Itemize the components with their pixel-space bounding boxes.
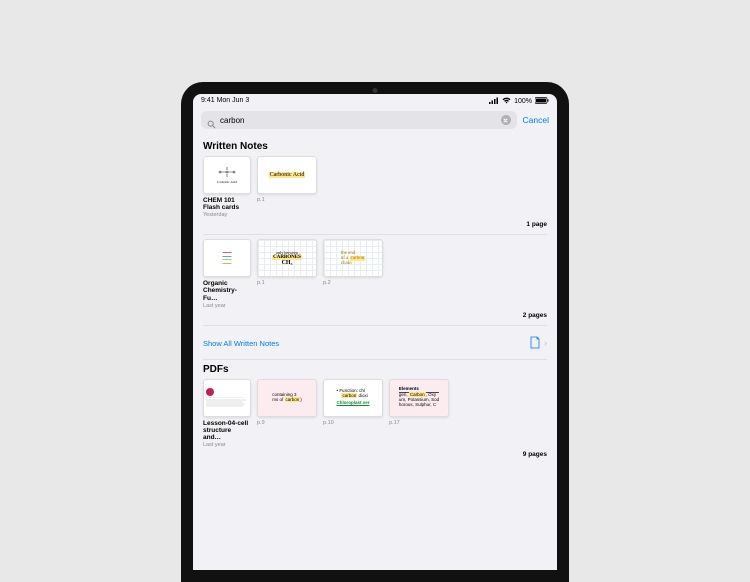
note-title: Organic Chemistry- Fu…	[203, 280, 251, 301]
search-icon	[207, 116, 216, 125]
note-title: Lesson-04-cell structure and…	[203, 420, 251, 441]
page-label: p.9	[257, 420, 317, 426]
cancel-button[interactable]: Cancel	[523, 115, 549, 125]
pages-count: 9 pages	[203, 448, 547, 464]
result-group: Lesson-04-cell structure and… Last year …	[203, 379, 547, 464]
signal-icon	[489, 97, 499, 106]
chevron-right-icon: ›	[544, 338, 547, 348]
pages-count: 1 page	[203, 218, 547, 235]
search-field[interactable]: carbon	[201, 111, 517, 129]
search-results: Written Notes Carbonic Acid CHEM 101 Fla…	[193, 133, 557, 570]
show-all-written-notes[interactable]: Show All Written Notes … ›	[203, 330, 547, 360]
page-preview[interactable]: only between CARBONES CH₃ p.1	[257, 239, 317, 286]
page-preview[interactable]: Carbonic Acid p.1	[257, 156, 317, 203]
note-meta: Last year	[203, 442, 251, 448]
page-preview[interactable]: Elements gen, Carbon, Oxy um, Potassium,…	[389, 379, 449, 426]
battery-pct: 100%	[514, 98, 532, 105]
front-camera	[373, 88, 378, 93]
pages-count: 2 pages	[203, 309, 547, 326]
note-cover[interactable]: ▬▬▬ ▬▬▬ ▬▬▬ ▬▬▬ Organic Chemistry- Fu… L…	[203, 239, 251, 308]
screen: 9:41 Mon Jun 3 100% c	[193, 94, 557, 570]
status-time: 9:41	[201, 97, 215, 104]
result-group: ▬▬▬ ▬▬▬ ▬▬▬ ▬▬▬ Organic Chemistry- Fu… L…	[203, 239, 547, 325]
page-preview[interactable]: • Function: chl carbon dioxi Chloroplast…	[323, 379, 383, 426]
tablet-frame: 9:41 Mon Jun 3 100% c	[181, 82, 569, 582]
note-cover[interactable]: Carbonic Acid CHEM 101 Flash cards Yeste…	[203, 156, 251, 218]
wifi-icon	[502, 97, 511, 106]
section-title-written-notes: Written Notes	[203, 141, 547, 152]
search-row: carbon Cancel	[193, 107, 557, 133]
page-label: p.1	[257, 280, 317, 286]
note-title: CHEM 101 Flash cards	[203, 197, 251, 211]
battery-icon	[535, 97, 549, 106]
page-stack-icon: …	[529, 336, 540, 351]
result-group: Carbonic Acid CHEM 101 Flash cards Yeste…	[203, 156, 547, 235]
note-meta: Last year	[203, 303, 251, 309]
search-input-text[interactable]: carbon	[220, 116, 501, 125]
note-cover[interactable]: Lesson-04-cell structure and… Last year	[203, 379, 251, 448]
status-bar: 9:41 Mon Jun 3 100%	[193, 94, 557, 107]
page-preview[interactable]: the end of a carbon chain p.2	[323, 239, 383, 286]
clear-search-icon[interactable]	[501, 115, 511, 125]
page-label: p.1	[257, 197, 317, 203]
page-label: p.2	[323, 280, 383, 286]
page-preview[interactable]: containing 3 ms of carbon) p.9	[257, 379, 317, 426]
page-label: p.10	[323, 420, 383, 426]
page-label: p.17	[389, 420, 449, 426]
section-title-pdfs: PDFs	[203, 364, 547, 375]
status-date: Mon Jun 3	[217, 97, 250, 104]
note-meta: Yesterday	[203, 212, 251, 218]
